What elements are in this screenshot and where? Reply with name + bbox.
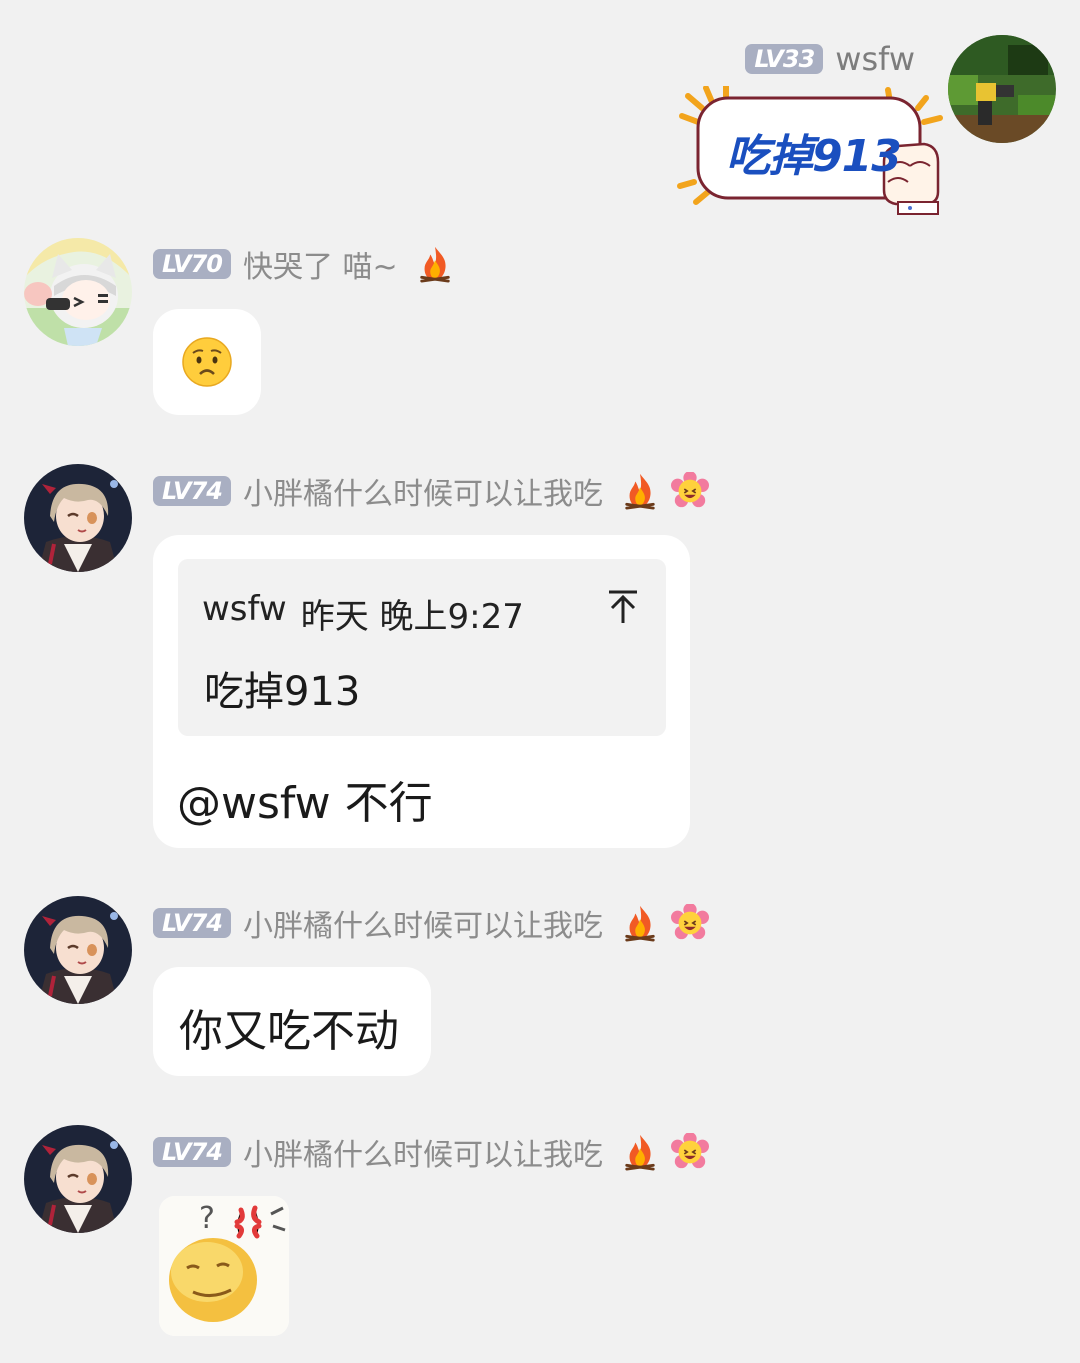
jump-to-original-icon[interactable] bbox=[606, 589, 640, 625]
flower-smile-icon bbox=[671, 1133, 709, 1171]
message-header: LV70 快哭了 喵~ bbox=[153, 242, 454, 286]
message-header: LV74 小胖橘什么时候可以让我吃 bbox=[153, 469, 709, 513]
confused-angry-face-sticker: ? bbox=[159, 1196, 289, 1336]
level-badge: LV74 bbox=[153, 1137, 231, 1167]
flower-smile-icon bbox=[671, 904, 709, 942]
fire-icon bbox=[621, 472, 659, 510]
sticker[interactable]: 吃掉913 bbox=[676, 83, 946, 216]
quote-text: 吃掉913 bbox=[204, 669, 361, 715]
sender-name[interactable]: wsfw bbox=[835, 40, 915, 78]
quote-meta: wsfw 昨天 晚上9:27 bbox=[202, 589, 524, 638]
svg-text:?: ? bbox=[199, 1201, 215, 1236]
message-header: LV74 小胖橘什么时候可以让我吃 bbox=[153, 901, 709, 945]
sender-name[interactable]: 小胖橘什么时候可以让我吃 bbox=[243, 469, 603, 513]
level-badge: LV70 bbox=[153, 249, 231, 279]
sticker-text: 吃掉913 bbox=[726, 131, 902, 182]
avatar[interactable] bbox=[24, 1125, 132, 1233]
quote-time: 昨天 晚上9:27 bbox=[300, 597, 524, 637]
fire-icon bbox=[621, 1133, 659, 1171]
message-text: @wsfw 不行 bbox=[177, 778, 433, 829]
message-bubble[interactable] bbox=[153, 309, 261, 415]
message-header: LV33 wsfw bbox=[745, 40, 915, 78]
sticker[interactable]: ? bbox=[159, 1196, 289, 1336]
message-bubble[interactable]: 你又吃不动 bbox=[153, 967, 431, 1076]
avatar[interactable] bbox=[948, 35, 1056, 143]
sender-name[interactable]: 小胖橘什么时候可以让我吃 bbox=[243, 901, 603, 945]
message-text: 你又吃不动 bbox=[179, 1006, 399, 1057]
message-bubble[interactable]: wsfw 昨天 晚上9:27 吃掉913 @wsfw 不行 bbox=[153, 535, 690, 848]
avatar[interactable] bbox=[24, 896, 132, 1004]
fire-icon bbox=[621, 904, 659, 942]
sender-name[interactable]: 小胖橘什么时候可以让我吃 bbox=[243, 1130, 603, 1174]
quoted-message[interactable]: wsfw 昨天 晚上9:27 吃掉913 bbox=[178, 559, 666, 736]
quote-author: wsfw bbox=[202, 589, 287, 629]
level-badge: LV74 bbox=[153, 908, 231, 938]
level-badge: LV33 bbox=[745, 44, 824, 74]
message-header: LV74 小胖橘什么时候可以让我吃 bbox=[153, 1130, 709, 1174]
sender-name[interactable]: 快哭了 喵~ bbox=[243, 242, 398, 286]
worried-face-emoji bbox=[182, 337, 232, 387]
avatar[interactable] bbox=[24, 238, 132, 346]
flower-smile-icon bbox=[671, 472, 709, 510]
avatar[interactable] bbox=[24, 464, 132, 572]
fire-icon bbox=[416, 245, 454, 283]
level-badge: LV74 bbox=[153, 476, 231, 506]
